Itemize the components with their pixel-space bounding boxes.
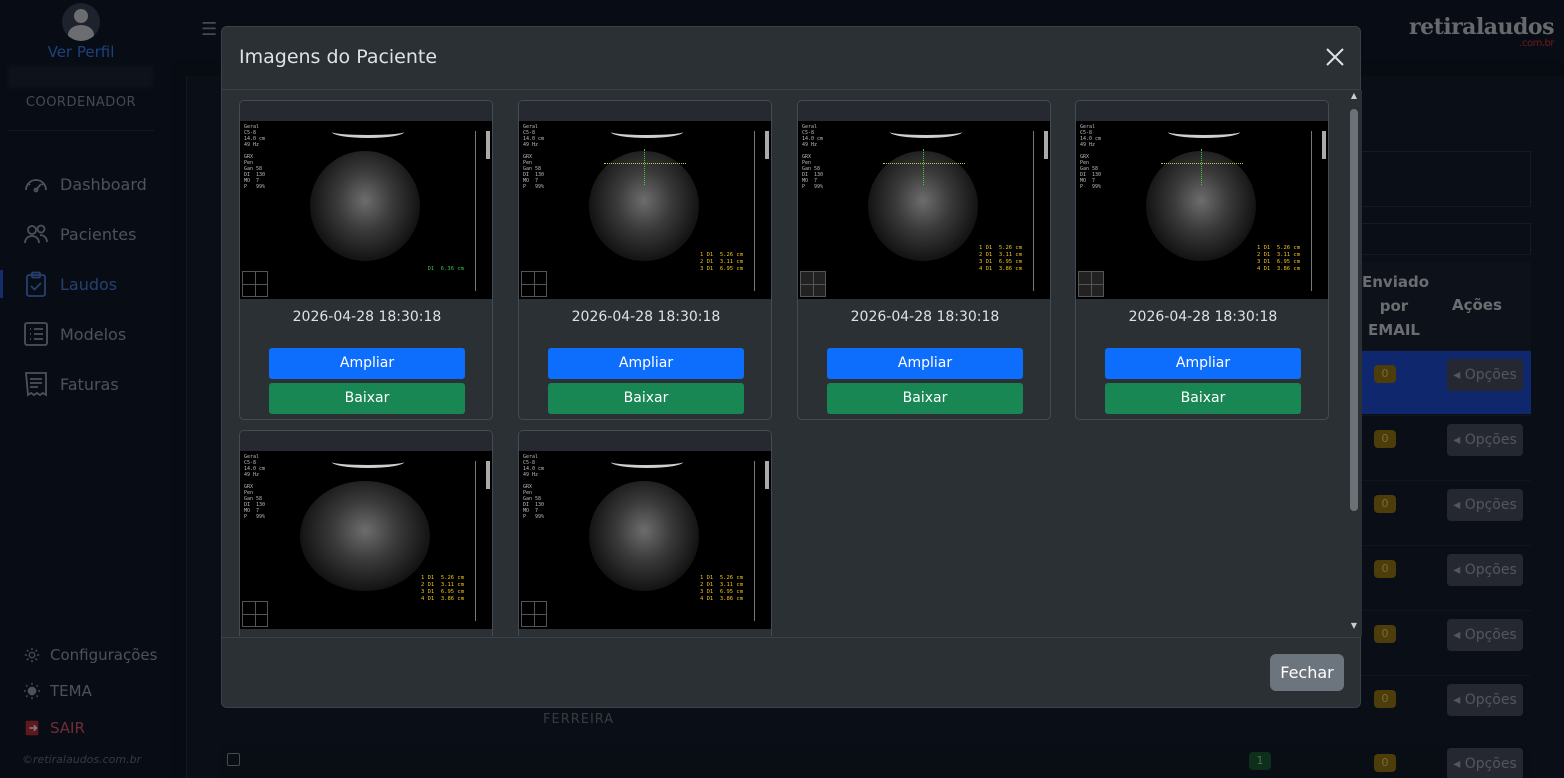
redacted-header <box>240 101 492 121</box>
ultrasound-image[interactable]: Geral C5-8 14.0 cm 49 Hz GRX Pen Gan 58 … <box>1076 121 1328 299</box>
baixar-button[interactable]: Baixar <box>1105 383 1301 414</box>
ultrasound-image[interactable]: Geral C5-8 14.0 cm 49 Hz GRX Pen Gan 58 … <box>240 451 492 629</box>
ultrasound-image[interactable]: Geral C5-8 14.0 cm 49 Hz GRX Pen Gan 58 … <box>798 121 1050 299</box>
redacted-header <box>798 101 1050 121</box>
scroll-up-icon[interactable]: ▲ <box>1349 91 1359 100</box>
image-card: Geral C5-8 14.0 cm 49 Hz GRX Pen Gan 58 … <box>239 100 493 420</box>
ampliar-button[interactable]: Ampliar <box>548 348 744 379</box>
redacted-header <box>240 431 492 451</box>
modal-title: Imagens do Paciente <box>239 46 438 68</box>
baixar-button[interactable]: Baixar <box>548 383 744 414</box>
ampliar-button[interactable]: Ampliar <box>827 348 1023 379</box>
image-card: Geral C5-8 14.0 cm 49 Hz GRX Pen Gan 58 … <box>239 430 493 636</box>
scrollbar-thumb[interactable] <box>1350 109 1358 511</box>
modal-footer-divider <box>222 637 1360 638</box>
ultrasound-image[interactable]: Geral C5-8 14.0 cm 49 Hz GRX Pen Gan 58 … <box>240 121 492 299</box>
image-date: 2026-04-28 18:30:18 <box>1128 309 1278 325</box>
image-date: 2026-04-28 18:30:18 <box>292 309 442 325</box>
baixar-button[interactable]: Baixar <box>827 383 1023 414</box>
scroll-down-icon[interactable]: ▼ <box>1349 621 1359 630</box>
modal-body: Geral C5-8 14.0 cm 49 Hz GRX Pen Gan 58 … <box>222 90 1347 636</box>
ampliar-button[interactable]: Ampliar <box>1105 348 1301 379</box>
image-card: Geral C5-8 14.0 cm 49 Hz GRX Pen Gan 58 … <box>797 100 1051 420</box>
patient-images-modal: Imagens do Paciente Geral C5-8 14.0 cm 4… <box>221 26 1362 708</box>
image-card: Geral C5-8 14.0 cm 49 Hz GRX Pen Gan 58 … <box>518 430 772 636</box>
redacted-header <box>1076 101 1328 121</box>
ultrasound-image[interactable]: Geral C5-8 14.0 cm 49 Hz GRX Pen Gan 58 … <box>519 451 771 629</box>
image-card: Geral C5-8 14.0 cm 49 Hz GRX Pen Gan 58 … <box>518 100 772 420</box>
redacted-header <box>519 101 771 121</box>
image-date: 2026-04-28 18:30:18 <box>850 309 1000 325</box>
image-card: Geral C5-8 14.0 cm 49 Hz GRX Pen Gan 58 … <box>1075 100 1329 420</box>
redacted-header <box>519 431 771 451</box>
close-icon[interactable] <box>1324 46 1346 68</box>
baixar-button[interactable]: Baixar <box>269 383 465 414</box>
fechar-button[interactable]: Fechar <box>1270 654 1344 691</box>
ampliar-button[interactable]: Ampliar <box>269 348 465 379</box>
ultrasound-image[interactable]: Geral C5-8 14.0 cm 49 Hz GRX Pen Gan 58 … <box>519 121 771 299</box>
image-date: 2026-04-28 18:30:18 <box>571 309 721 325</box>
